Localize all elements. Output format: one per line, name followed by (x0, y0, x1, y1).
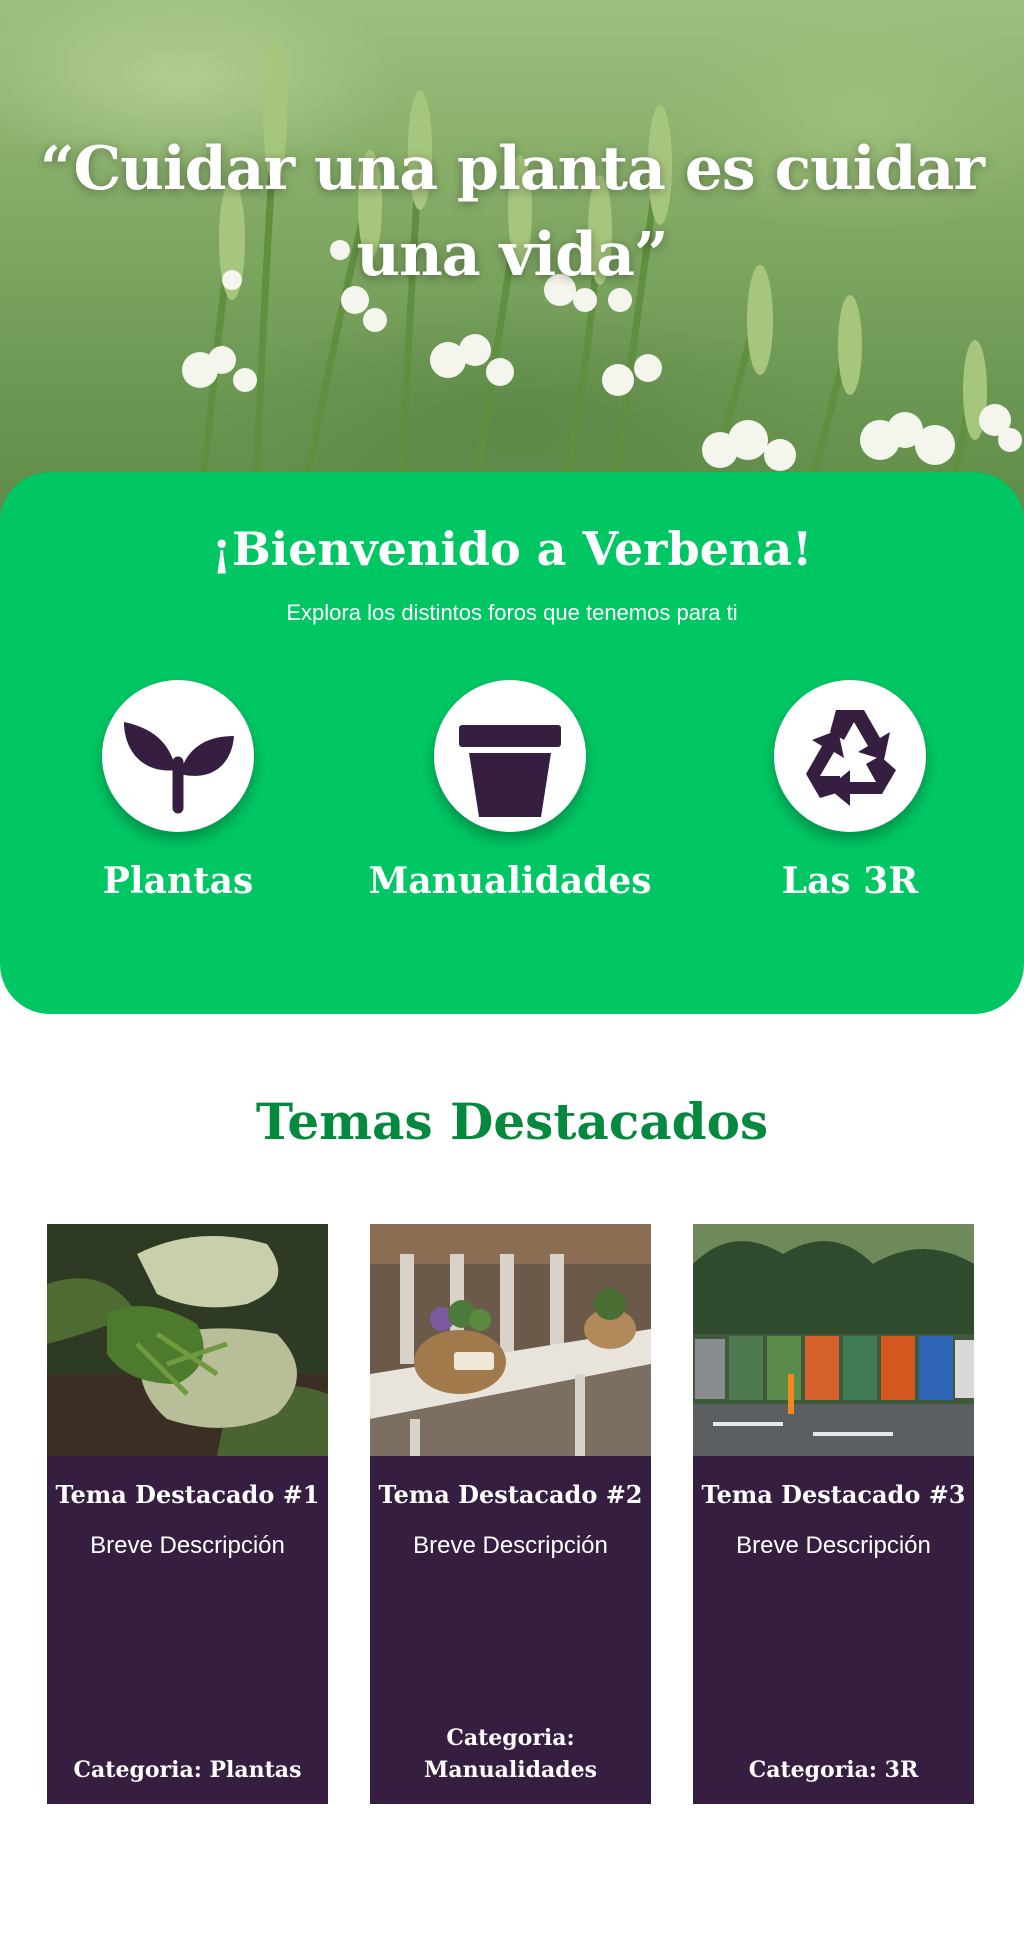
featured-card-2[interactable]: Tema Destacado #2 Breve Descripción Cate… (370, 1224, 651, 1804)
forum-plantas[interactable]: Plantas (28, 680, 328, 902)
card-description: Breve Descripción (736, 1532, 931, 1559)
gloved-hands-image (47, 1224, 328, 1456)
welcome-subtitle: Explora los distintos foros que tenemos … (286, 600, 738, 625)
card-image-crafts[interactable] (370, 1224, 651, 1456)
card-title[interactable]: Tema Destacado #2 (370, 1480, 651, 1509)
card-image-recycling[interactable] (693, 1224, 974, 1456)
recycling-bins-image (693, 1224, 974, 1456)
flower-pot-icon (459, 725, 561, 817)
featured-card-1[interactable]: Tema Destacado #1 Breve Descripción Cate… (47, 1224, 328, 1804)
forum-manualidades-badge[interactable] (434, 680, 586, 832)
card-title[interactable]: Tema Destacado #3 (693, 1480, 974, 1509)
featured-card-3[interactable]: Tema Destacado #3 Breve Descripción Cate… (693, 1224, 974, 1804)
basket-planters-image (370, 1224, 651, 1456)
card-description: Breve Descripción (90, 1532, 285, 1559)
card-category: Categoria: 3R (748, 1757, 919, 1783)
forum-3r[interactable]: Las 3R (700, 680, 1000, 902)
card-category: Categoria: Manualidades (424, 1725, 597, 1783)
welcome-panel: ¡Bienvenido a Verbena! Explora los disti… (0, 472, 1024, 1014)
forum-manualidades-label[interactable]: Manualidades (360, 860, 660, 902)
card-category: Categoria: Plantas (73, 1757, 302, 1783)
sprout-icon (124, 722, 234, 814)
recycle-icon (806, 710, 896, 806)
forum-plantas-badge[interactable] (102, 680, 254, 832)
card-title[interactable]: Tema Destacado #1 (47, 1480, 328, 1509)
welcome-title: ¡Bienvenido a Verbena! (211, 522, 813, 576)
forum-3r-badge[interactable] (774, 680, 926, 832)
card-description: Breve Descripción (413, 1532, 608, 1559)
forum-plantas-label[interactable]: Plantas (28, 860, 328, 902)
forum-3r-label[interactable]: Las 3R (700, 860, 1000, 902)
forum-manualidades[interactable]: Manualidades (360, 680, 660, 902)
featured-topics-title: Temas Destacados (255, 1092, 769, 1151)
card-image-gardening[interactable] (47, 1224, 328, 1456)
hero-banner: “Cuidar una planta es cuidar una vida” (0, 0, 1024, 520)
hero-quote: “Cuidar una planta es cuidar una vida” (40, 134, 985, 290)
